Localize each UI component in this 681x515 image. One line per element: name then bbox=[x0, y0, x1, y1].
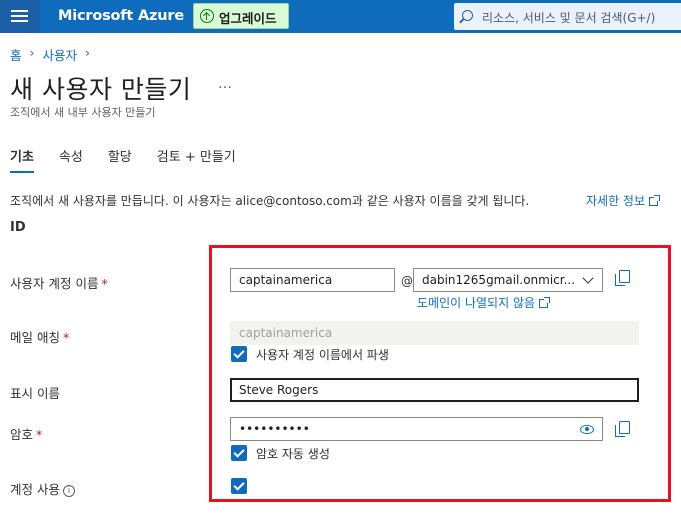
tab-bar: 기초 속성 할당 검토 + 만들기 bbox=[10, 146, 236, 173]
search-placeholder: 리소스, 서비스 및 문서 검색(G+/) bbox=[482, 11, 656, 25]
global-search-input[interactable]: 리소스, 서비스 및 문서 검색(G+/) bbox=[454, 3, 681, 30]
search-icon bbox=[462, 10, 473, 21]
required-marker: * bbox=[62, 330, 70, 345]
info-icon[interactable]: i bbox=[62, 485, 75, 497]
account-enabled-label-text: 계정 사용 bbox=[10, 482, 60, 497]
tab-properties[interactable]: 속성 bbox=[59, 146, 83, 173]
upgrade-arrow-icon bbox=[200, 9, 214, 23]
external-link-icon bbox=[539, 297, 551, 308]
upgrade-label: 업그레이드 bbox=[219, 11, 277, 26]
intro-text: 조직에서 새 사용자를 만듭니다. 이 사용자는 alice@contoso.c… bbox=[10, 194, 530, 208]
external-link-icon bbox=[649, 195, 661, 206]
derive-from-upn-label: 사용자 계정 이름에서 파생 bbox=[256, 348, 389, 362]
more-options-icon[interactable]: … bbox=[218, 76, 233, 92]
upn-label: 사용자 계정 이름 * bbox=[10, 273, 108, 292]
breadcrumb-users[interactable]: 사용자 bbox=[43, 45, 78, 64]
password-input[interactable]: •••••••••• bbox=[230, 417, 603, 441]
hamburger-menu-icon[interactable] bbox=[0, 0, 40, 33]
tab-review-create[interactable]: 검토 + 만들기 bbox=[157, 146, 236, 173]
chevron-down-icon bbox=[582, 272, 594, 284]
copy-password-icon[interactable] bbox=[615, 421, 630, 437]
page-subtitle: 조직에서 새 내부 사용자 만들기 bbox=[10, 106, 156, 119]
upgrade-button[interactable]: 업그레이드 bbox=[193, 3, 289, 29]
mail-nickname-label-text: 메일 애칭 bbox=[10, 330, 60, 345]
upn-input[interactable]: captainamerica bbox=[230, 268, 395, 292]
required-marker: * bbox=[36, 427, 43, 442]
chevron-right-icon: › bbox=[85, 45, 91, 60]
upn-label-text: 사용자 계정 이름 bbox=[10, 276, 99, 291]
page-title: 새 사용자 만들기 bbox=[10, 75, 192, 104]
auto-generate-password-label: 암호 자동 생성 bbox=[256, 447, 330, 461]
account-enabled-checkbox[interactable] bbox=[231, 478, 247, 494]
display-name-input[interactable]: Steve Rogers bbox=[230, 378, 639, 402]
domain-not-listed-link[interactable]: 도메인이 나열되지 않음 bbox=[417, 294, 551, 311]
section-title-id: ID bbox=[10, 220, 26, 235]
domain-select[interactable]: dabin1265gmail.onmicr... bbox=[413, 268, 603, 292]
copy-upn-icon[interactable] bbox=[615, 270, 630, 286]
chevron-right-icon: › bbox=[29, 45, 35, 60]
brand-title[interactable]: Microsoft Azure bbox=[58, 8, 184, 24]
show-password-eye-icon[interactable] bbox=[580, 425, 594, 434]
learn-more-label: 자세한 정보 bbox=[586, 194, 646, 208]
tab-basics[interactable]: 기초 bbox=[10, 146, 34, 173]
domain-not-listed-label: 도메인이 나열되지 않음 bbox=[417, 296, 536, 310]
display-name-label: 표시 이름 bbox=[10, 386, 60, 401]
required-marker: * bbox=[101, 276, 108, 291]
breadcrumb-home[interactable]: 홈 bbox=[10, 45, 22, 64]
password-label-text: 암호 bbox=[10, 427, 34, 442]
mail-nickname-label: 메일 애칭 * bbox=[10, 327, 69, 346]
account-enabled-label: 계정 사용 i bbox=[10, 479, 75, 498]
mail-nickname-input: captainamerica bbox=[230, 321, 639, 345]
auto-generate-password-checkbox[interactable] bbox=[231, 445, 247, 461]
at-sign: @ bbox=[401, 274, 413, 288]
password-label: 암호 * bbox=[10, 424, 42, 443]
learn-more-link[interactable]: 자세한 정보 bbox=[586, 192, 661, 209]
tab-assignments[interactable]: 할당 bbox=[108, 146, 132, 173]
derive-from-upn-checkbox[interactable] bbox=[231, 346, 247, 362]
domain-select-value: dabin1265gmail.onmicr... bbox=[422, 273, 576, 287]
breadcrumb: 홈 › 사용자 › bbox=[10, 45, 90, 64]
top-bar: Microsoft Azure 업그레이드 리소스, 서비스 및 문서 검색(G… bbox=[0, 0, 681, 33]
